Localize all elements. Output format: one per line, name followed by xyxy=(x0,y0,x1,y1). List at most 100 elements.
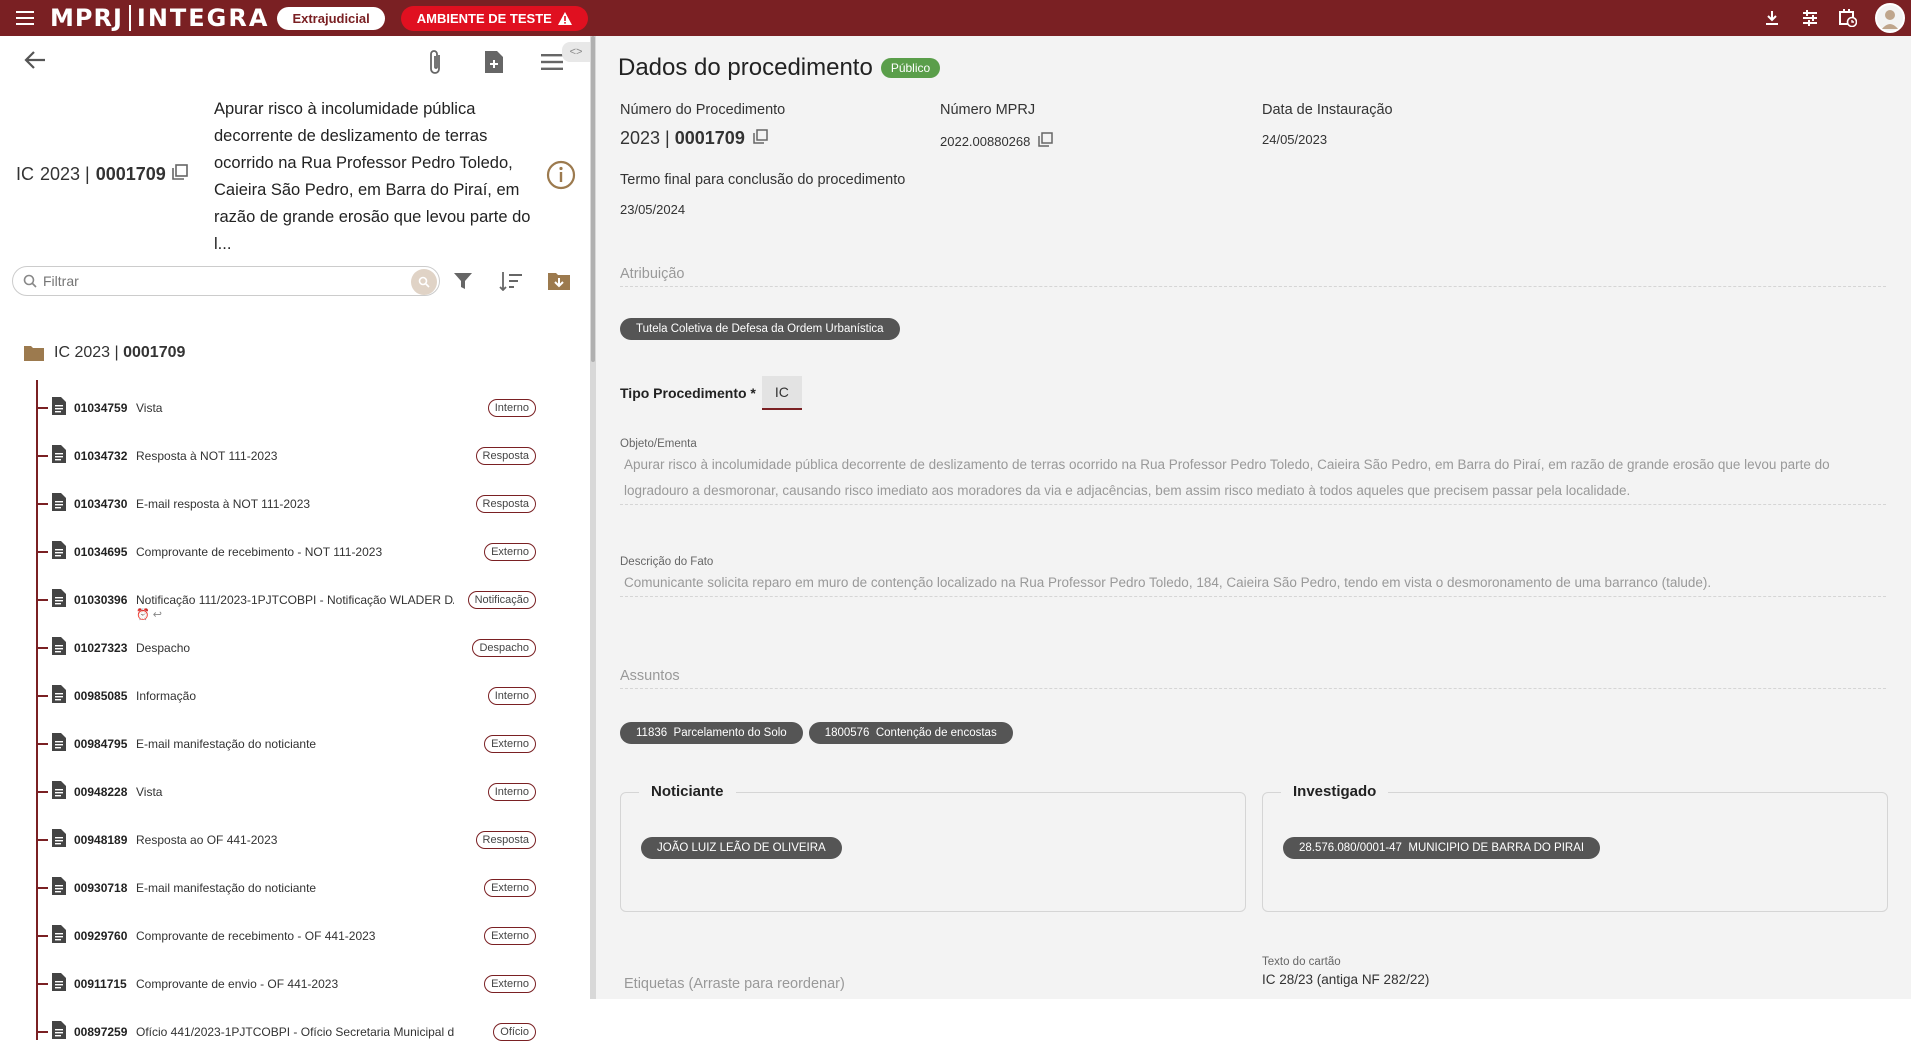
page-title: Dados do procedimento Público xyxy=(618,54,941,82)
document-type-badge: Externo xyxy=(484,975,536,993)
copy-icon[interactable] xyxy=(753,128,768,149)
tree-tick xyxy=(36,647,48,649)
scrollbar-thumb[interactable] xyxy=(591,36,595,362)
tree-document-item[interactable]: 01034732 Resposta à NOT 111-2023 Resposta xyxy=(36,432,546,480)
calendar-clock-icon[interactable] xyxy=(1837,7,1859,29)
tree-tick xyxy=(36,407,48,409)
etiquetas-label: Etiquetas (Arraste para reordenar) xyxy=(624,976,845,992)
document-title: E-mail manifestação do noticiante xyxy=(136,881,317,895)
tree-document-item[interactable]: 00929760 Comprovante de recebimento - OF … xyxy=(36,912,546,960)
field-texto-cartao[interactable]: Texto do cartão IC 28/23 (antiga NF 282/… xyxy=(1262,956,1429,987)
document-number: 01034759 xyxy=(74,401,128,415)
tree-tick xyxy=(36,839,48,841)
investigado-name: MUNICIPIO DE BARRA DO PIRAI xyxy=(1408,842,1585,854)
info-icon[interactable] xyxy=(546,160,576,195)
document-title: Resposta ao OF 441-2023 xyxy=(136,833,278,847)
procedure-tree-panel: IC 2023 | 0001709 Apurar risco à incolum… xyxy=(0,36,590,1041)
document-icon xyxy=(52,876,66,900)
filter-box xyxy=(12,266,440,296)
top-bar: MPRJ INTEGRA Extrajudicial AMBIENTE DE T… xyxy=(0,0,1911,36)
tree-document-item[interactable]: 00948189 Resposta ao OF 441-2023 Resposta xyxy=(36,816,546,864)
document-status-icons: ⏰ ↩ xyxy=(136,608,162,621)
copy-icon[interactable] xyxy=(1038,132,1054,150)
tree-root[interactable]: IC 2023 | 0001709 xyxy=(24,344,185,362)
tree-document-item[interactable]: 01034695 Comprovante de recebimento - NOT… xyxy=(36,528,546,576)
document-icon xyxy=(52,828,66,852)
tree-tick xyxy=(36,791,48,793)
document-title: Comprovante de recebimento - OF 441-2023 xyxy=(136,929,376,943)
document-type-badge: Externo xyxy=(484,927,536,945)
tipo-procedimento-select[interactable]: IC xyxy=(761,376,802,410)
add-document-icon[interactable] xyxy=(480,48,508,76)
tree-document-item[interactable]: 00984795 E-mail manifestação do noticiant… xyxy=(36,720,546,768)
atribuicao-chip[interactable]: Tutela Coletiva de Defesa da Ordem Urban… xyxy=(620,318,900,340)
field-label: Tipo Procedimento * xyxy=(620,385,756,401)
assunto-chip[interactable]: 11836 Parcelamento do Solo xyxy=(620,722,803,744)
assunto-code: 11836 xyxy=(636,727,668,739)
topbar-actions xyxy=(1761,0,1911,36)
tree-document-item[interactable]: 01030396 Notificação 111/2023-1PJTCOBPI -… xyxy=(36,576,546,624)
assunto-chip[interactable]: 1800576 Contenção de encostas xyxy=(808,722,1013,744)
document-type-badge: Interno xyxy=(487,687,536,705)
field-descricao-fato[interactable]: Descrição do Fato Comunicante solicita r… xyxy=(620,556,1886,597)
tree-document-item[interactable]: 01034759 Vista Interno xyxy=(36,384,546,432)
attachment-icon[interactable] xyxy=(422,48,450,76)
document-icon xyxy=(52,972,66,996)
visibility-badge: Público xyxy=(880,58,941,78)
investigado-code: 28.576.080/0001-47 xyxy=(1299,842,1402,854)
folder-icon xyxy=(24,346,44,361)
filter-input[interactable] xyxy=(43,273,383,289)
app-logo[interactable]: MPRJ INTEGRA xyxy=(50,4,269,32)
tree-document-item[interactable]: 00897259 Ofício 441/2023-1PJTCOBPI - Ofíc… xyxy=(36,1008,546,1056)
funnel-filter-icon[interactable] xyxy=(450,268,476,294)
filter-search-button[interactable] xyxy=(411,269,437,295)
tree-document-item[interactable]: 01027323 Despacho Despacho xyxy=(36,624,546,672)
alarm-icon: ⏰ xyxy=(136,609,150,621)
field-objeto-ementa[interactable]: Objeto/Ementa Apurar risco à incolumidad… xyxy=(620,438,1886,505)
field-value: 2022.00880268 xyxy=(940,132,1054,150)
tree-document-item[interactable]: 01034730 E-mail resposta à NOT 111-2023 Re… xyxy=(36,480,546,528)
copy-icon[interactable] xyxy=(172,164,188,185)
section-atribuicao: Atribuição xyxy=(620,266,1886,287)
collapse-panel-toggle[interactable]: <> xyxy=(562,42,590,62)
tree-document-item[interactable]: 00985085 Informação Interno xyxy=(36,672,546,720)
tree-document-item[interactable]: 00930718 E-mail manifestação do noticiant… xyxy=(36,864,546,912)
document-icon xyxy=(52,540,66,564)
document-title: Resposta à NOT 111-2023 xyxy=(136,449,278,463)
document-icon xyxy=(52,588,66,612)
back-arrow-icon[interactable] xyxy=(24,50,46,75)
document-title: Despacho xyxy=(136,641,191,655)
document-title: Vista xyxy=(136,785,163,799)
folder-download-icon[interactable] xyxy=(546,268,572,294)
document-type-badge: Resposta xyxy=(475,447,536,465)
download-icon[interactable] xyxy=(1761,7,1783,29)
tree-tick xyxy=(36,887,48,889)
numero-mprj-value: 2022.00880268 xyxy=(940,133,1031,149)
investigado-chip[interactable]: 28.576.080/0001-47 MUNICIPIO DE BARRA DO… xyxy=(1283,837,1601,859)
environment-label: AMBIENTE DE TESTE xyxy=(416,10,552,26)
tree-document-item[interactable]: 00948228 Vista Interno xyxy=(36,768,546,816)
document-number: 00948228 xyxy=(74,785,128,799)
investigado-card: Investigado 28.576.080/0001-47 MUNICIPIO… xyxy=(1262,783,1888,912)
tree-tick xyxy=(36,743,48,745)
atribuicao-chips: Tutela Coletiva de Defesa da Ordem Urban… xyxy=(620,318,906,340)
tree-document-item[interactable]: 00911715 Comprovante de envio - OF 441-20… xyxy=(36,960,546,1008)
procedure-year: 2023 | xyxy=(40,164,90,184)
field-label: Data de Instauração xyxy=(1262,102,1393,118)
document-type-badge: Notificação xyxy=(467,591,536,609)
settings-sliders-icon[interactable] xyxy=(1799,7,1821,29)
assunto-name: Contenção de encostas xyxy=(875,727,997,739)
hamburger-menu-icon[interactable] xyxy=(0,0,50,36)
field-numero-mprj: Número MPRJ 2022.00880268 xyxy=(940,102,1054,150)
document-type-badge: Resposta xyxy=(475,495,536,513)
document-icon xyxy=(52,396,66,420)
sort-icon[interactable] xyxy=(498,268,524,294)
noticiante-chip[interactable]: JOÃO LUIZ LEÃO DE OLIVEIRA xyxy=(641,837,842,859)
procedure-prefix: IC xyxy=(16,164,34,184)
search-icon xyxy=(23,274,37,288)
field-label: Descrição do Fato xyxy=(620,556,714,568)
document-type-badge: Resposta xyxy=(475,831,536,849)
document-number: 00985085 xyxy=(74,689,128,703)
field-label: Número MPRJ xyxy=(940,102,1036,118)
user-avatar[interactable] xyxy=(1875,3,1905,33)
